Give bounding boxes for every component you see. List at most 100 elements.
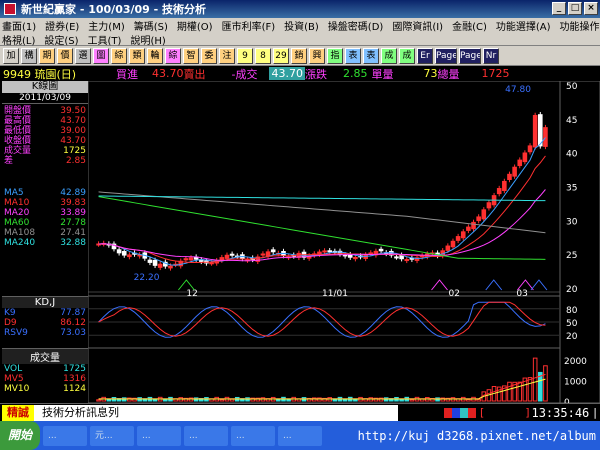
toolbar-button[interactable]: 29: [273, 47, 289, 64]
taskbar-task[interactable]: ...: [137, 425, 182, 446]
candle-body: [496, 188, 502, 195]
candle-body: [121, 251, 127, 256]
ohlc-list: 開盤價 39.50 最高價 43.70 最低價 39.00 收盤價 43.70 成交量 1725 差…: [2, 106, 88, 166]
ask-label: 賣出: [183, 67, 206, 81]
candle-body: [147, 259, 153, 263]
toolbar-button[interactable]: 注: [219, 47, 235, 64]
toolbar-button[interactable]: 選: [75, 47, 91, 64]
volume-title: 成交量: [2, 349, 88, 364]
date-tick: 02: [449, 289, 460, 299]
kline-label[interactable]: K線圖: [2, 81, 88, 93]
toolbar-button[interactable]: 價: [57, 47, 73, 64]
toolbar-button[interactable]: 委: [201, 47, 217, 64]
taskbar-task[interactable]: ...: [184, 425, 229, 446]
info-label: 收盤價: [4, 136, 32, 146]
menu-row-2: 格視(L) 設定(S) 工具(T) 說明(H): [0, 32, 600, 47]
toolbar-button[interactable]: 圖: [93, 47, 109, 64]
menu-item[interactable]: 金融(C): [452, 18, 487, 33]
volume-label: MV10: [4, 384, 30, 394]
toolbar-button[interactable]: 智: [183, 47, 199, 64]
toolbar-button[interactable]: 興: [309, 47, 325, 64]
menu-item[interactable]: 工具(T): [88, 32, 122, 47]
toolbar-button[interactable]: 成: [381, 47, 397, 64]
toolbar: 加構期價選圖綜類輪綜智委注 9 8 29 銷興指表表成成 Er Page Page Nr: [0, 46, 600, 66]
kd-label: RSV9: [4, 328, 28, 338]
toolbar-button[interactable]: Er: [417, 47, 433, 64]
menu-item[interactable]: 期權(O): [177, 18, 213, 33]
menu-item[interactable]: 功能操作(E): [560, 18, 600, 33]
taskbar-task[interactable]: ...: [43, 425, 88, 446]
menu-item[interactable]: 匯市利率(F): [222, 18, 276, 33]
candle-body: [260, 253, 266, 256]
quote-strip: 9949 琉園(日) 買進 43.70 賣出 -成交 43.70 漲跌 2.85…: [0, 66, 600, 81]
bracket-close: ]: [525, 406, 530, 419]
menu-item[interactable]: 籌碼(S): [134, 18, 168, 33]
candle-body: [537, 114, 543, 147]
volume-info-panel: 成交量 VOL 1725 MV5 1316 MV10 1124: [2, 348, 88, 403]
ma-value: 33.89: [60, 208, 86, 218]
candle-body: [512, 166, 517, 177]
taskbar-task[interactable]: ...: [231, 425, 276, 446]
info-value: 39.00: [60, 126, 86, 136]
toolbar-button[interactable]: Page: [459, 47, 481, 64]
price-info-panel: K線圖 2011/03/09 開盤價 39.50 最高價 43.70 最低價 39.00 收…: [2, 81, 88, 296]
menu-item[interactable]: 設定(S): [44, 32, 78, 47]
menu-item[interactable]: 操盤密碼(D): [328, 18, 384, 33]
toolbar-button[interactable]: 銷: [291, 47, 307, 64]
maximize-button[interactable]: □: [568, 2, 582, 15]
ma-row: MA20 33.89: [2, 208, 88, 218]
toolbar-button[interactable]: 輪: [147, 47, 163, 64]
menu-item[interactable]: 國際資訊(I): [392, 18, 443, 33]
taskbar-task[interactable]: ...: [278, 425, 323, 446]
ma-row: MA108 27.41: [2, 228, 88, 238]
menu-item[interactable]: 畫面(1): [2, 18, 36, 33]
toolbar-button[interactable]: Nr: [483, 47, 499, 64]
toolbar-button[interactable]: 綜: [165, 47, 181, 64]
candle-body: [368, 252, 374, 255]
date-tick: 11/01: [322, 289, 348, 299]
candle-body: [183, 258, 189, 261]
candle-body: [471, 221, 476, 230]
toolbar-button[interactable]: 綜: [111, 47, 127, 64]
title-bar[interactable]: 新世紀贏家 - 100/03/09 - 技術分析 _ □ ×: [0, 0, 600, 18]
price-tick: 20: [566, 285, 578, 295]
toolbar-button[interactable]: 類: [129, 47, 145, 64]
candle-body: [486, 202, 492, 209]
volume-row: VOL 1725: [2, 364, 88, 374]
menu-item[interactable]: 功能選擇(A): [496, 18, 551, 33]
candlestick-chart[interactable]: 47.80 22.20 12 11/01 02 03: [88, 81, 560, 403]
kd-row: K9 77.87: [2, 308, 88, 318]
menu-item[interactable]: 證券(E): [45, 18, 79, 33]
candle-body: [532, 114, 538, 148]
toolbar-button[interactable]: Page: [435, 47, 457, 64]
volume-bar: [507, 381, 512, 402]
toolbar-button[interactable]: 期: [39, 47, 55, 64]
toolbar-button[interactable]: 表: [345, 47, 361, 64]
menu-item[interactable]: 說明(H): [130, 32, 165, 47]
candle-body: [229, 253, 235, 256]
ma-value: 39.83: [60, 198, 86, 208]
toolbar-button[interactable]: 成: [399, 47, 415, 64]
date-tick: 03: [516, 289, 527, 299]
start-button[interactable]: 開始: [0, 421, 41, 450]
info-row: 最高價 43.70: [2, 116, 88, 126]
bracket-open: [: [480, 406, 485, 419]
close-button[interactable]: ×: [584, 2, 598, 15]
ma-label: MA5: [4, 188, 24, 198]
toolbar-button[interactable]: 指: [327, 47, 343, 64]
menu-item[interactable]: 格視(L): [2, 32, 35, 47]
menu-item[interactable]: 投資(B): [284, 18, 319, 33]
ma-label: MA240: [4, 238, 36, 248]
toolbar-button[interactable]: 構: [21, 47, 37, 64]
menu-item[interactable]: 主力(M): [88, 18, 124, 33]
toolbar-button[interactable]: 加: [3, 47, 19, 64]
candle-body: [476, 216, 481, 222]
toolbar-button[interactable]: 表: [363, 47, 379, 64]
minimize-button[interactable]: _: [552, 2, 566, 15]
toolbar-button[interactable]: 8: [255, 47, 271, 64]
candle-body: [157, 263, 163, 268]
kd-label: K9: [4, 308, 16, 318]
taskbar-task[interactable]: 元...: [90, 425, 135, 446]
toolbar-button[interactable]: 9: [237, 47, 253, 64]
